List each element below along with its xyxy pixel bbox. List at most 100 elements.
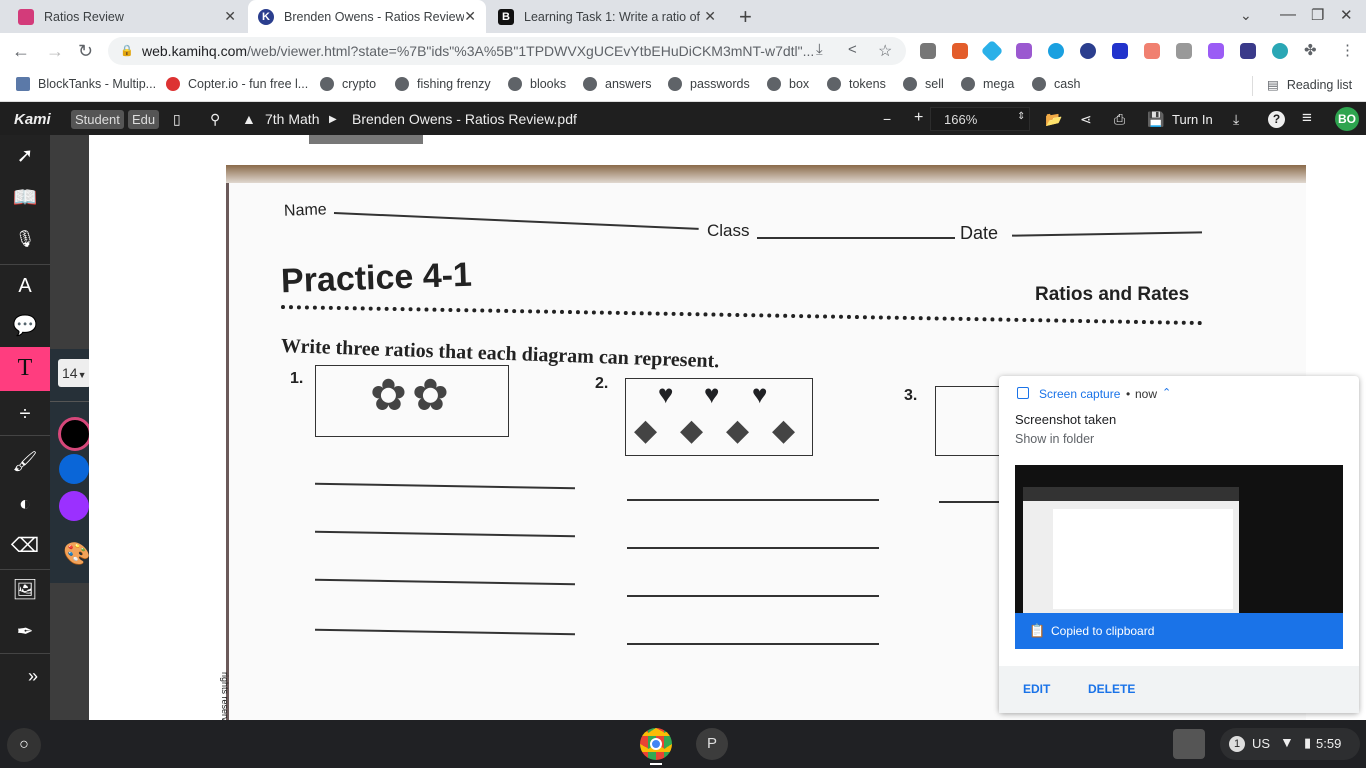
sidebar-toggle-icon[interactable]: ▯ [173, 111, 181, 128]
bookmark-item[interactable]: box [767, 77, 809, 91]
extension-icon[interactable] [1176, 43, 1192, 59]
share-icon[interactable]: ⋖ [1080, 111, 1092, 128]
color-swatch-purple[interactable] [59, 491, 89, 521]
tab-search-icon[interactable]: ⌄ [1240, 7, 1252, 24]
url-input[interactable]: 🔒 web.kamihq.com/web/viewer.html?state=%7… [108, 37, 906, 65]
bookmark-item[interactable]: passwords [668, 77, 750, 91]
kami-extension-icon[interactable] [1080, 43, 1096, 59]
close-tab-icon[interactable]: ✕ [464, 8, 476, 25]
equation-tool-icon[interactable]: ÷ [0, 393, 50, 435]
screenshot-notification: Screen capture • now ⌃ Screenshot taken … [999, 376, 1359, 713]
back-icon[interactable]: ← [12, 41, 30, 62]
help-icon[interactable]: ? [1268, 111, 1285, 128]
speech-tool-icon[interactable]: 🎙 [0, 219, 50, 261]
chrome-menu-icon[interactable]: ⋮ [1340, 41, 1355, 59]
signature-tool-icon[interactable]: ✒ [0, 611, 50, 653]
minimize-button[interactable]: — [1280, 6, 1296, 24]
bookmark-item[interactable]: mega [961, 77, 1014, 91]
extension-icon[interactable] [920, 43, 936, 59]
rw-extension-icon[interactable] [1016, 43, 1032, 59]
megaphone-extension-icon[interactable] [952, 43, 968, 59]
c-extension-icon[interactable] [1112, 43, 1128, 59]
search-icon[interactable]: ⚲ [210, 111, 220, 128]
image-tool-icon[interactable]: 🖼 [0, 569, 50, 611]
bookmark-item[interactable]: crypto [320, 77, 376, 91]
close-window-button[interactable]: ✕ [1340, 6, 1353, 24]
tab-learning-task[interactable]: B Learning Task 1: Write a ratio of ✕ [488, 0, 726, 33]
bookmark-item[interactable]: blooks [508, 77, 566, 91]
color-swatch-black[interactable] [58, 417, 92, 451]
reading-list-button[interactable]: ▤ Reading list [1267, 77, 1352, 93]
save-icon[interactable]: 💾 [1147, 111, 1164, 128]
color-swatch-blue[interactable] [59, 454, 89, 484]
new-tab-button[interactable]: + [739, 4, 752, 30]
status-tray[interactable]: 1 US ▼ ▮ 5:59 [1220, 728, 1360, 760]
forward-icon[interactable]: → [46, 41, 64, 62]
zoom-select[interactable]: 166% ⇕ [930, 107, 1030, 131]
zoom-out-button[interactable]: − [883, 111, 891, 127]
show-in-folder-link[interactable]: Show in folder [1015, 432, 1094, 446]
bookmark-item[interactable]: tokens [827, 77, 886, 91]
diamond-icon: ◆ [772, 414, 796, 447]
hearts-diamonds-diagram: ♥ ♥ ♥ ◆ ◆ ◆ ◆ [625, 378, 813, 456]
eraser-tool-icon[interactable]: ⌫ [0, 525, 50, 567]
comment-tool-icon[interactable]: 💬 [0, 305, 50, 347]
question-number: 2. [595, 375, 609, 392]
font-size-select[interactable]: 14▼ [58, 359, 91, 387]
collapse-chevron-icon[interactable]: ⌃ [1162, 386, 1171, 399]
bookmark-item[interactable]: fishing frenzy [395, 77, 491, 91]
extension-icon[interactable] [1144, 43, 1160, 59]
screenshot-thumbnail[interactable]: 📋 Copied to clipboard [1015, 465, 1343, 649]
extension-icon[interactable] [980, 39, 1004, 63]
drawing-tool-icon[interactable]: 🖌 [0, 441, 50, 483]
close-tab-icon[interactable]: ✕ [704, 8, 716, 25]
p-app-icon[interactable]: P [696, 728, 728, 760]
chevron-down-icon: ▼ [77, 370, 87, 380]
avatar[interactable]: BO [1335, 107, 1359, 131]
palette-icon[interactable]: 🎨 [63, 541, 90, 567]
bookmark-item[interactable]: answers [583, 77, 652, 91]
breadcrumb-folder[interactable]: 7th Math [265, 111, 319, 127]
reload-icon[interactable]: ↻ [78, 41, 93, 62]
shapes-tool-icon[interactable]: ◐ [0, 483, 50, 525]
holding-space-thumbnail[interactable] [1173, 729, 1205, 759]
install-icon[interactable]: ⤓ [816, 41, 823, 58]
maximize-button[interactable]: ❐ [1311, 6, 1324, 24]
tab-brenden-owens[interactable]: K Brenden Owens - Ratios Review.p ✕ [248, 0, 486, 33]
class-label: Class [707, 221, 750, 240]
open-folder-icon[interactable]: 📂 [1045, 111, 1062, 128]
highlight-tool-icon[interactable]: A [0, 265, 50, 307]
flowers-diagram: ✿ ✿ [315, 365, 509, 437]
extension-icon[interactable] [1208, 43, 1224, 59]
kami-logo: Kami [14, 111, 51, 128]
download-icon[interactable]: ⤓ [1233, 111, 1239, 128]
bookmark-star-icon[interactable]: ☆ [878, 41, 892, 61]
google-drive-icon: ▲ [242, 111, 256, 127]
dictionary-tool-icon[interactable]: 📖 [0, 177, 50, 219]
delete-button[interactable]: DELETE [1088, 682, 1135, 696]
bookmark-item[interactable]: cash [1032, 77, 1080, 91]
divider [0, 435, 50, 436]
extension-icon[interactable] [1048, 43, 1064, 59]
close-tab-icon[interactable]: ✕ [224, 8, 236, 25]
blocktanks-icon [16, 77, 30, 91]
turn-in-button[interactable]: Turn In [1172, 112, 1213, 127]
chrome-app-icon[interactable] [640, 728, 672, 760]
select-tool-icon[interactable]: ➚ [0, 135, 50, 177]
copied-label: Copied to clipboard [1051, 624, 1155, 638]
bookmark-item[interactable]: sell [903, 77, 944, 91]
edit-button[interactable]: EDIT [1023, 682, 1050, 696]
text-tool-icon[interactable]: T [0, 347, 50, 391]
tab-label: Brenden Owens - Ratios Review.p [284, 9, 464, 24]
extension-icon[interactable] [1272, 43, 1288, 59]
print-icon[interactable]: ⎙ [1114, 111, 1125, 128]
bookmark-item[interactable]: Copter.io - fun free l... [166, 77, 308, 91]
zoom-in-button[interactable]: + [914, 109, 923, 127]
menu-icon[interactable]: ≡ [1302, 108, 1312, 128]
puzzle-extensions-icon[interactable]: ✤ [1304, 41, 1317, 59]
il-extension-icon[interactable] [1240, 43, 1256, 59]
share-icon[interactable]: < [848, 41, 857, 58]
bookmark-item[interactable]: BlockTanks - Multip... [16, 77, 156, 91]
launcher-button[interactable]: ○ [7, 728, 41, 762]
tab-ratios-review[interactable]: Ratios Review ✕ [8, 0, 246, 33]
